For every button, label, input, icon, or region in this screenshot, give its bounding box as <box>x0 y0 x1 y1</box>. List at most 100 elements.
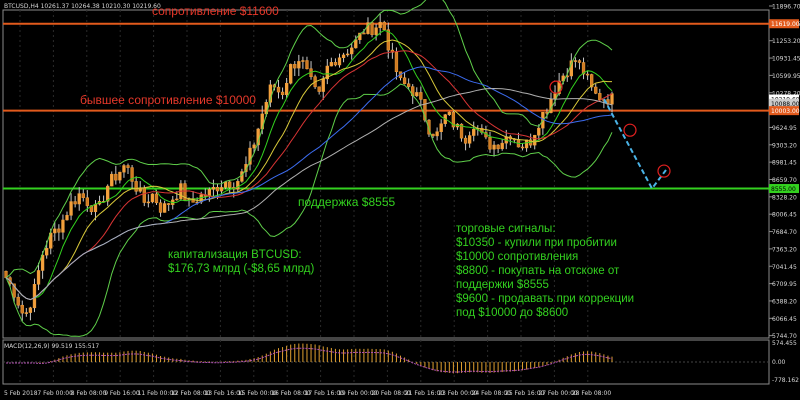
candle-body <box>447 111 451 115</box>
signal-line: $10000 сопротивления <box>456 251 579 263</box>
candle-body <box>537 127 541 136</box>
candle-body <box>610 93 614 105</box>
price-tick-label: 8328.20 <box>772 194 797 201</box>
signal-line: поддержки $8555 <box>456 279 549 291</box>
candle-body <box>28 307 33 313</box>
macd-scale-label: 574.455 <box>772 340 797 347</box>
candle-body <box>73 201 77 205</box>
macd-scale-label: -778.162 <box>772 377 799 384</box>
candle-body <box>154 193 159 204</box>
candle-body <box>378 21 382 28</box>
candle-body <box>402 77 407 85</box>
candle-body <box>598 93 602 100</box>
capitalization-line: капитализация BTCUSD: <box>168 249 302 261</box>
capitalization-text: капитализация BTCUSD: $176,73 млрд (-$8,… <box>168 248 314 276</box>
candle-body <box>406 83 411 87</box>
candle-body <box>382 21 386 30</box>
candle-body <box>53 228 57 234</box>
candle-body <box>293 64 297 69</box>
candle-body <box>162 203 167 213</box>
price-tick-label: 7363.20 <box>772 246 797 253</box>
price-tick-label: 10599.95 <box>772 73 800 80</box>
candle-body <box>573 60 578 62</box>
candle-body <box>419 92 423 100</box>
candle-body <box>337 57 342 66</box>
candle-body <box>93 203 98 213</box>
candle-body <box>85 197 89 206</box>
price-tick-label: 6388.20 <box>772 298 797 305</box>
candle-body <box>500 142 504 150</box>
candle-body <box>134 181 138 192</box>
higher-resistance-label: бывшее сопротивление $10000 <box>80 93 256 107</box>
candle-body <box>219 187 224 192</box>
resistance-label: сопротивление $11600 <box>152 4 279 18</box>
candle-body <box>439 123 443 132</box>
candle-body <box>114 173 118 181</box>
candle-body <box>329 62 334 67</box>
trading-signals: торговые сигналы: $10350 - купили при пр… <box>456 222 634 320</box>
candle-body <box>20 304 24 314</box>
candle-body <box>488 136 492 150</box>
candle-body <box>305 60 309 70</box>
signal-line: $9600 - продавать при коррекции <box>456 293 635 305</box>
price-tick-label: 11253.20 <box>772 38 800 45</box>
main-plot-frame <box>2 9 770 339</box>
price-tick-label: 8006.45 <box>772 212 797 219</box>
candle-body <box>118 171 122 181</box>
candle-body <box>345 53 350 56</box>
candle-body <box>370 22 374 35</box>
signal-line: $8800 - покупать на отскоке от <box>456 265 620 277</box>
price-tick-label: 7684.70 <box>772 229 797 236</box>
candle-body <box>16 296 20 306</box>
candle-body <box>415 92 419 97</box>
price-tick-label: 10931.45 <box>772 56 800 63</box>
candle-body <box>492 144 496 150</box>
candle-body <box>122 165 126 173</box>
time-tick-label: 28 Feb 08:00 <box>572 390 612 397</box>
candle-body <box>150 193 155 203</box>
candle-body <box>301 60 305 62</box>
candle-body <box>215 187 220 192</box>
candle-body <box>146 201 150 204</box>
price-tick-label: 8981.45 <box>772 160 797 167</box>
candle-body <box>228 181 232 188</box>
candle-body <box>175 198 179 201</box>
candle-body <box>431 133 435 137</box>
candle-body <box>276 86 281 93</box>
candle-body <box>252 144 256 149</box>
signal-circle <box>623 123 637 137</box>
chart-header: BTCUSD,H4 10261.37 10264.38 10210.30 102… <box>4 3 161 10</box>
candle-body <box>289 64 293 84</box>
price-tick-label: 8659.70 <box>772 177 797 184</box>
candle-body <box>45 248 49 256</box>
candle-body <box>280 91 285 95</box>
macd-header: MACD(12,26,9) 99.519 155.517 <box>4 343 100 350</box>
candle-body <box>317 86 321 92</box>
candle-body <box>435 131 439 137</box>
candle-body <box>585 73 590 76</box>
candle-body <box>472 128 476 136</box>
candle-body <box>362 32 366 35</box>
candle-body <box>32 284 37 309</box>
candle-body <box>297 61 301 69</box>
support-badge-label: 8555.00 <box>771 186 796 193</box>
candle-body <box>167 203 171 205</box>
candle-body <box>321 78 325 92</box>
candle-body <box>594 86 598 94</box>
price-chart: 11896.7011574.9511253.2010931.4510599.95… <box>2 0 800 397</box>
candle-body <box>333 62 338 66</box>
candle-body <box>374 27 378 35</box>
price-tick-label: 11896.70 <box>772 4 800 11</box>
candle-body <box>236 181 240 190</box>
capitalization-line: $176,73 млрд (-$8,65 млрд) <box>168 263 315 275</box>
price-tick-label: 7041.45 <box>772 264 797 271</box>
candle-body <box>69 201 73 216</box>
candle-body <box>354 39 358 49</box>
candle-body <box>77 193 81 205</box>
price-tick-label: 9303.20 <box>772 142 797 149</box>
candle-body <box>223 181 228 188</box>
candle-body <box>24 312 28 314</box>
price-tick-label: 9624.95 <box>772 125 797 132</box>
price-tick-label: 6709.95 <box>772 281 797 288</box>
time-tick-label: 7 Feb 00:00 <box>37 390 73 397</box>
